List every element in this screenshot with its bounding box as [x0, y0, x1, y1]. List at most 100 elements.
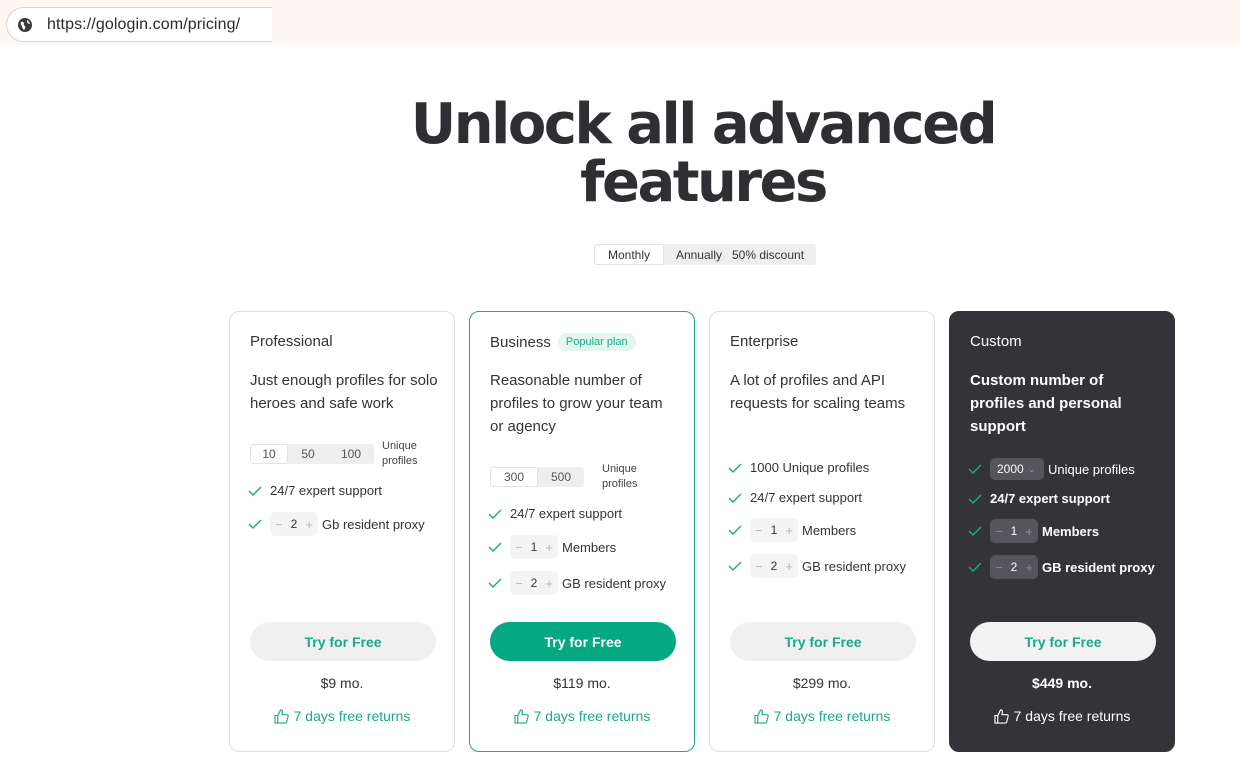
proxy-stepper[interactable]: − 2 + [510, 571, 558, 595]
plan-description: Just enough profiles for solo heroes and… [250, 372, 438, 412]
try-for-free-button[interactable]: Try for Free [490, 622, 676, 661]
feature-text: Unique profiles [1048, 461, 1135, 477]
thumbs-up-icon [274, 708, 289, 724]
minus-icon[interactable]: − [275, 517, 283, 532]
plan-price: $119 mo. [553, 675, 611, 691]
free-returns-link[interactable]: 7 days free returns [230, 708, 454, 724]
feature-support: 24/7 expert support [488, 506, 622, 521]
plan-price: $449 mo. [1032, 675, 1092, 691]
feature-text: GB resident proxy [562, 575, 667, 591]
feature-text: GB resident proxy [1042, 559, 1155, 575]
stepper-value: 1 [770, 523, 778, 537]
feature-text: Gb resident proxy [322, 516, 425, 532]
feature-members: − 1 + Members [728, 518, 856, 542]
plus-icon[interactable]: + [545, 576, 553, 591]
feature-text: 1000 Unique profiles [750, 460, 870, 475]
minus-icon[interactable]: − [515, 576, 523, 591]
check-icon [968, 562, 982, 572]
stepper-value: 1 [1010, 524, 1018, 538]
stepper-value: 2 [1010, 560, 1018, 574]
billing-toggle[interactable]: Monthly Annually 50% discount [594, 244, 816, 265]
plan-name: Business Popular plan [490, 333, 636, 351]
thumbs-up-icon [994, 708, 1009, 724]
check-icon [248, 519, 262, 529]
free-returns-link[interactable]: 7 days free returns [950, 708, 1174, 724]
stepper-value: 2 [770, 559, 778, 573]
plan-description: A lot of profiles and API requests for s… [730, 372, 906, 412]
plan-name: Custom [970, 333, 1022, 350]
minus-icon[interactable]: − [515, 540, 523, 555]
feature-text: 24/7 expert support [510, 506, 623, 521]
plan-name: Enterprise [730, 333, 798, 350]
try-for-free-button[interactable]: Try for Free [250, 622, 436, 661]
try-for-free-button[interactable]: Try for Free [730, 622, 916, 661]
address-bar[interactable]: https://gologin.com/pricing/ [6, 7, 272, 42]
profiles-option-10[interactable]: 10 [250, 444, 288, 464]
plan-name: Professional [250, 333, 333, 350]
billing-option-annually[interactable]: Annually 50% discount [664, 244, 816, 265]
plus-icon[interactable]: + [785, 559, 793, 574]
browser-toolbar: https://gologin.com/pricing/ [0, 0, 1240, 45]
proxy-stepper[interactable]: − 2 + [990, 555, 1038, 579]
plus-icon[interactable]: + [545, 540, 553, 555]
thumbs-up-icon [514, 708, 529, 724]
proxy-stepper[interactable]: − 2 + [750, 554, 798, 578]
stepper-value: 2 [530, 576, 538, 590]
members-stepper[interactable]: − 1 + [750, 518, 798, 542]
globe-icon [18, 17, 32, 32]
plus-icon[interactable]: + [1025, 560, 1033, 575]
profiles-option-50[interactable]: 50 [288, 444, 328, 464]
feature-text: GB resident proxy [802, 558, 907, 574]
check-icon [968, 526, 982, 536]
billing-option-annually-label: Annually [675, 247, 722, 262]
check-icon [968, 464, 982, 474]
members-stepper[interactable]: − 1 + [510, 535, 558, 559]
feature-text: Members [1042, 523, 1100, 539]
feature-text: 24/7 expert support [990, 491, 1110, 506]
feature-support: 24/7 expert support [968, 491, 1110, 506]
try-for-free-button[interactable]: Try for Free [970, 622, 1156, 661]
check-icon [728, 561, 742, 571]
feature-members: − 1 + Members [968, 519, 1099, 543]
plus-icon[interactable]: + [785, 523, 793, 538]
check-icon [248, 486, 262, 496]
profiles-option-300[interactable]: 300 [490, 467, 538, 487]
check-icon [728, 525, 742, 535]
feature-proxy: − 2 + Gb resident proxy [248, 512, 425, 536]
profiles-option-100[interactable]: 100 [328, 444, 374, 464]
plus-icon[interactable]: + [305, 517, 313, 532]
plan-name-text: Enterprise [730, 333, 799, 350]
check-icon [488, 509, 502, 519]
minus-icon[interactable]: − [995, 560, 1003, 575]
profiles-label: Unique profiles [602, 463, 638, 490]
plan-name-text: Business [490, 333, 551, 351]
profiles-segmented-control[interactable]: 300 500 [490, 467, 584, 487]
proxy-stepper[interactable]: − 2 + [270, 512, 318, 536]
stepper-value: 2 [290, 517, 298, 531]
plan-card-enterprise: Enterprise A lot of profiles and API req… [709, 311, 935, 752]
minus-icon[interactable]: − [755, 559, 763, 574]
minus-icon[interactable]: − [755, 523, 763, 538]
members-stepper[interactable]: − 1 + [990, 519, 1038, 543]
plus-icon[interactable]: + [1025, 524, 1033, 539]
page-title: Unlock all advanced features [410, 92, 998, 215]
plan-price: $299 mo. [792, 675, 852, 691]
profiles-label: Unique profiles [382, 440, 418, 467]
profiles-segmented-control[interactable]: 10 50 100 [250, 444, 374, 464]
feature-proxy: − 2 + GB resident proxy [968, 555, 1155, 579]
feature-text: Members [562, 539, 617, 555]
billing-option-monthly[interactable]: Monthly [594, 244, 664, 265]
free-returns-link[interactable]: 7 days free returns [470, 708, 694, 724]
dropdown-value: 2000 [997, 462, 1024, 476]
chevron-down-icon: ⌄ [1027, 463, 1036, 474]
minus-icon[interactable]: − [995, 524, 1003, 539]
free-returns-link[interactable]: 7 days free returns [710, 708, 934, 724]
stepper-value: 1 [530, 540, 538, 554]
profiles-option-500[interactable]: 500 [538, 467, 584, 487]
profiles-dropdown[interactable]: 2000 ⌄ [990, 458, 1044, 480]
plan-card-business: Business Popular plan Reasonable number … [469, 311, 695, 752]
feature-support: 24/7 expert support [248, 483, 382, 498]
plan-description: Reasonable number of profiles to grow yo… [490, 372, 663, 435]
check-icon [968, 494, 982, 504]
url-text[interactable]: https://gologin.com/pricing/ [47, 16, 240, 34]
